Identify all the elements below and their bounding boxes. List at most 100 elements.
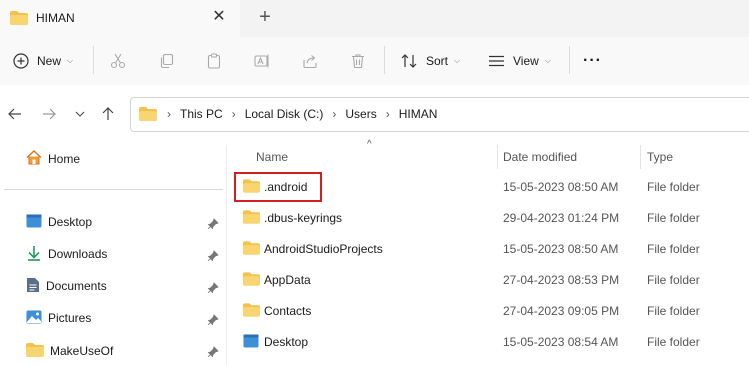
pin-icon[interactable]: [207, 314, 219, 329]
clipboard-icon: [206, 53, 222, 69]
trash-icon: [350, 53, 366, 69]
chevron-down-icon: [75, 111, 85, 117]
file-type: File folder: [647, 211, 700, 225]
column-header-label: Name: [256, 150, 289, 164]
sidebar-item-label: Pictures: [48, 311, 92, 325]
sidebar-item-label: Downloads: [48, 247, 108, 261]
file-row-androidstudioprojects[interactable]: AndroidStudioProjects 15-05-2023 08:50 A…: [237, 235, 749, 263]
column-header-label: Date modified: [503, 150, 578, 164]
file-type: File folder: [647, 335, 700, 349]
file-name: AppData: [264, 273, 311, 287]
column-header-date-modified[interactable]: Date modified: [503, 145, 577, 169]
sidebar-divider: [4, 189, 223, 190]
sidebar-item-makeuseof[interactable]: MakeUseOf: [26, 341, 113, 361]
file-date-modified: 27-04-2023 08:53 PM: [503, 273, 620, 287]
pin-icon[interactable]: [207, 250, 219, 265]
chevron-right-icon: ›: [167, 107, 171, 121]
scissors-icon: [110, 53, 126, 69]
share-icon: [302, 53, 318, 69]
column-header-name[interactable]: Name: [256, 145, 288, 169]
new-label: New: [37, 54, 62, 68]
sort-button[interactable]: Sort ⌵: [400, 37, 460, 85]
chevron-down-icon: ⌵: [454, 56, 461, 65]
cut-button[interactable]: [110, 37, 126, 85]
file-row-appdata[interactable]: AppData 27-04-2023 08:53 PM File folder: [237, 266, 749, 294]
sort-label: Sort: [426, 54, 449, 68]
folder-icon: [243, 241, 260, 258]
title-bar: HIMAN ✕ +: [0, 0, 749, 37]
file-name: .dbus-keyrings: [264, 211, 343, 225]
column-header-label: Type: [647, 150, 674, 164]
sidebar-item-pictures[interactable]: Pictures: [26, 308, 91, 328]
breadcrumb-local-disk[interactable]: Local Disk (C:): [245, 107, 324, 121]
tab-title: HIMAN: [36, 11, 75, 25]
pin-icon[interactable]: [207, 282, 219, 297]
breadcrumb: › This PC › Local Disk (C:) › Users › HI…: [167, 107, 437, 121]
new-button[interactable]: New ⌵: [13, 37, 73, 85]
plus-circle-icon: [13, 53, 29, 69]
file-row-contacts[interactable]: Contacts 27-04-2023 09:05 PM File folder: [237, 297, 749, 325]
sidebar-item-home[interactable]: Home: [26, 149, 80, 169]
folder-icon: [243, 303, 260, 320]
share-button[interactable]: [302, 37, 318, 85]
recent-locations-button[interactable]: [71, 105, 89, 123]
more-options-button[interactable]: ···: [583, 37, 602, 85]
chevron-right-icon[interactable]: ›: [332, 107, 336, 121]
arrow-left-icon: [8, 108, 21, 120]
toolbar-divider: [569, 46, 570, 74]
sidebar-item-label: Desktop: [48, 215, 93, 229]
back-button[interactable]: [6, 105, 24, 123]
column-divider[interactable]: [640, 145, 641, 169]
sidebar-item-documents[interactable]: Documents: [26, 276, 107, 296]
sidebar-item-desktop[interactable]: Desktop: [26, 212, 92, 232]
file-row-desktop[interactable]: Desktop 15-05-2023 08:54 AM File folder: [237, 328, 749, 356]
paste-button[interactable]: [206, 37, 222, 85]
toolbar-divider: [93, 46, 94, 74]
rename-button[interactable]: [254, 37, 270, 85]
pin-icon[interactable]: [207, 346, 219, 361]
sort-icon: [400, 53, 418, 69]
file-name: Contacts: [264, 304, 312, 318]
file-row-dbus-keyrings[interactable]: .dbus-keyrings 29-04-2023 01:24 PM File …: [237, 204, 749, 232]
breadcrumb-users[interactable]: Users: [345, 107, 376, 121]
toolbar-divider: [384, 46, 385, 74]
folder-icon: [26, 342, 44, 360]
file-type: File folder: [647, 180, 700, 194]
tab-himan[interactable]: HIMAN ✕: [0, 0, 240, 37]
file-date-modified: 29-04-2023 01:24 PM: [503, 211, 620, 225]
copy-icon: [159, 53, 175, 69]
view-button[interactable]: View ⌵: [488, 37, 551, 85]
close-tab-button[interactable]: ✕: [210, 8, 228, 26]
sidebar-item-label: Documents: [46, 279, 107, 293]
chevron-right-icon[interactable]: ›: [386, 107, 390, 121]
chevron-right-icon[interactable]: ›: [232, 107, 236, 121]
pin-icon[interactable]: [207, 218, 219, 233]
sidebar-item-label: Home: [48, 152, 81, 166]
breadcrumb-himan[interactable]: HIMAN: [399, 107, 438, 121]
file-type: File folder: [647, 304, 700, 318]
download-icon: [26, 245, 42, 264]
sidebar-item-downloads[interactable]: Downloads: [26, 244, 107, 264]
file-date-modified: 15-05-2023 08:50 AM: [503, 242, 619, 256]
folder-icon: [243, 272, 260, 289]
command-bar: New ⌵ Sort ⌵ View ⌵ ···: [0, 37, 749, 86]
chevron-down-icon: ⌵: [544, 56, 551, 65]
file-name: Desktop: [264, 335, 309, 349]
up-button[interactable]: [99, 105, 117, 123]
delete-button[interactable]: [350, 37, 366, 85]
breadcrumb-this-pc[interactable]: This PC: [180, 107, 223, 121]
documents-icon: [26, 277, 40, 296]
column-divider[interactable]: [497, 145, 498, 169]
view-list-icon: [488, 53, 505, 69]
forward-button[interactable]: [40, 105, 58, 123]
file-date-modified: 27-04-2023 09:05 PM: [503, 304, 620, 318]
file-date-modified: 15-05-2023 08:54 AM: [503, 335, 619, 349]
new-tab-button[interactable]: +: [256, 7, 274, 27]
sidebar-item-label: MakeUseOf: [50, 344, 114, 358]
column-header-type[interactable]: Type: [647, 145, 673, 169]
file-type: File folder: [647, 273, 700, 287]
address-bar[interactable]: › This PC › Local Disk (C:) › Users › HI…: [130, 97, 749, 132]
desktop-icon: [243, 334, 259, 351]
more-icon: ···: [583, 52, 602, 69]
copy-button[interactable]: [159, 37, 175, 85]
